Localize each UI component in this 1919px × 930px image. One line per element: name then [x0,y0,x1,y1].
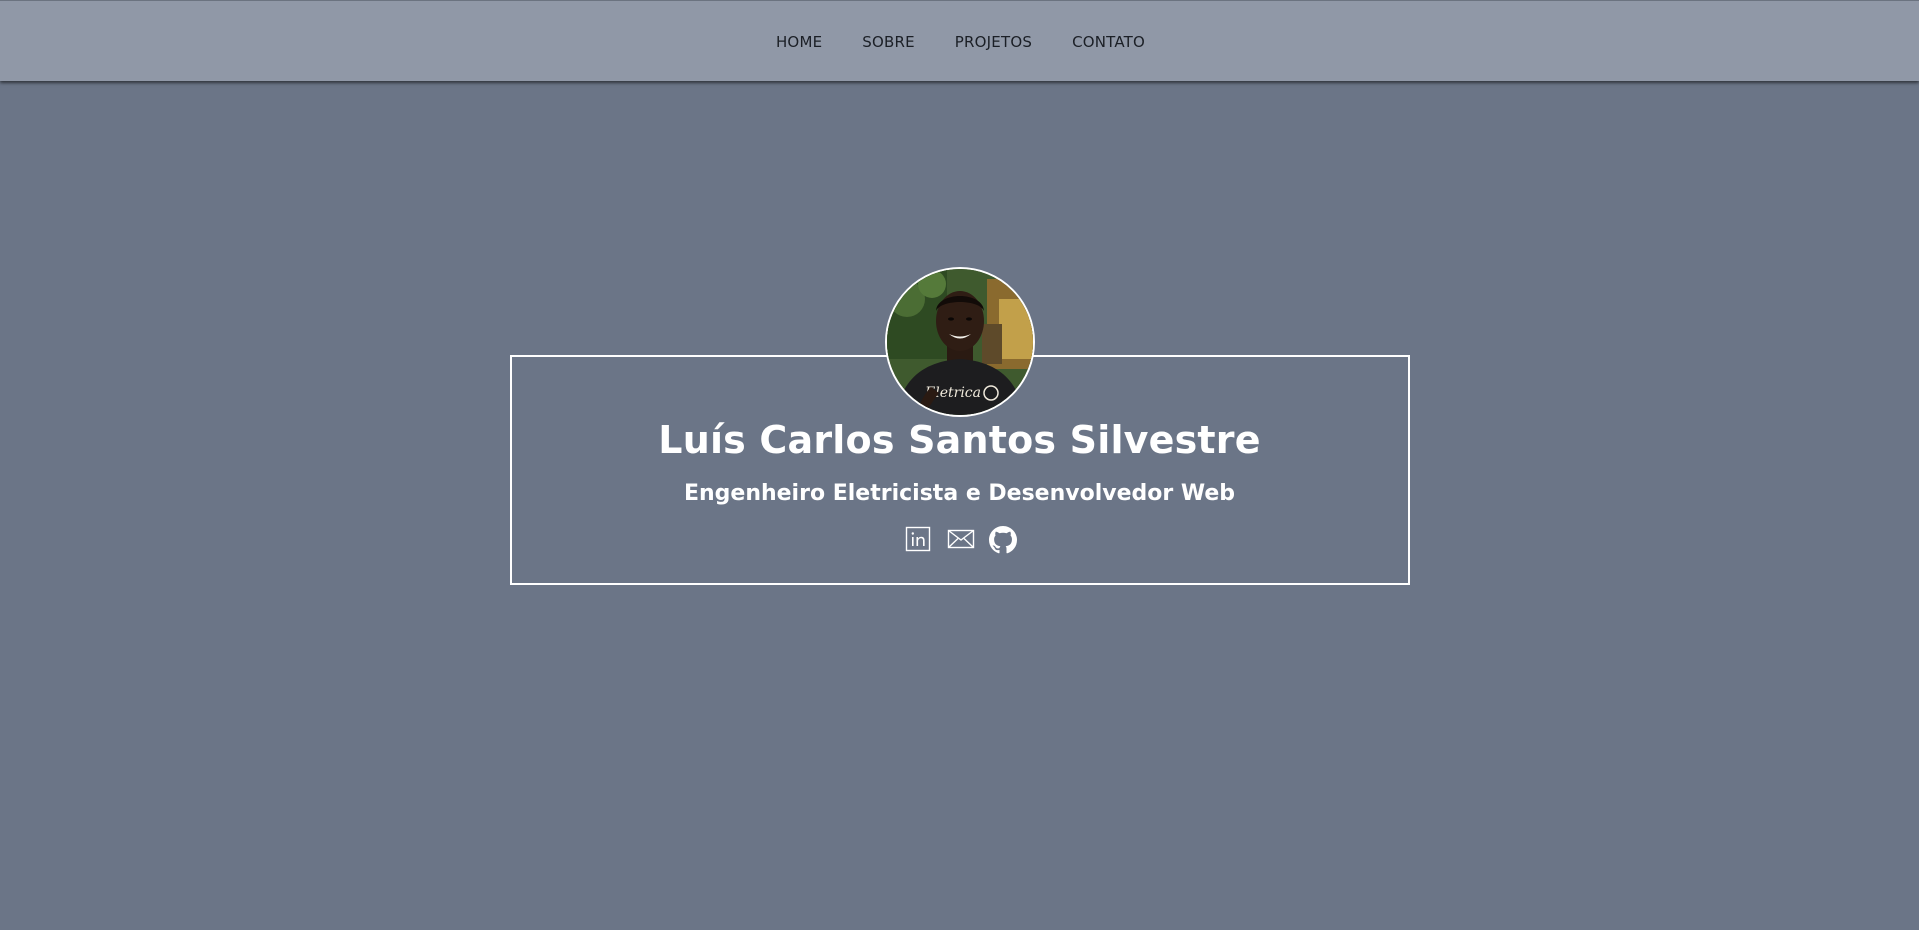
nav-menu: HOME SOBRE PROJETOS CONTATO [0,1,1919,82]
top-navbar: HOME SOBRE PROJETOS CONTATO [0,0,1919,81]
github-icon [988,526,1017,554]
linkedin-icon [905,526,930,552]
avatar: Eletrica [885,267,1035,417]
avatar-photo: Eletrica [887,269,1033,415]
profile-role: Engenheiro Eletricista e Desenvolvedor W… [683,481,1236,506]
nav-link-home[interactable]: HOME [776,33,822,51]
nav-item-contato: CONTATO [1072,32,1145,51]
nav-link-contato[interactable]: CONTATO [1072,33,1145,51]
profile-name: Luís Carlos Santos Silvestre [658,418,1261,462]
social-links [0,526,1919,554]
github-link[interactable] [988,526,1017,554]
mail-icon [947,529,974,549]
email-link[interactable] [947,526,974,552]
nav-link-projetos[interactable]: PROJETOS [955,33,1032,51]
nav-item-home: HOME [776,32,822,51]
nav-item-sobre: SOBRE [862,32,915,51]
nav-link-sobre[interactable]: SOBRE [862,33,915,51]
linkedin-link[interactable] [905,526,931,552]
nav-item-projetos: PROJETOS [955,32,1032,51]
